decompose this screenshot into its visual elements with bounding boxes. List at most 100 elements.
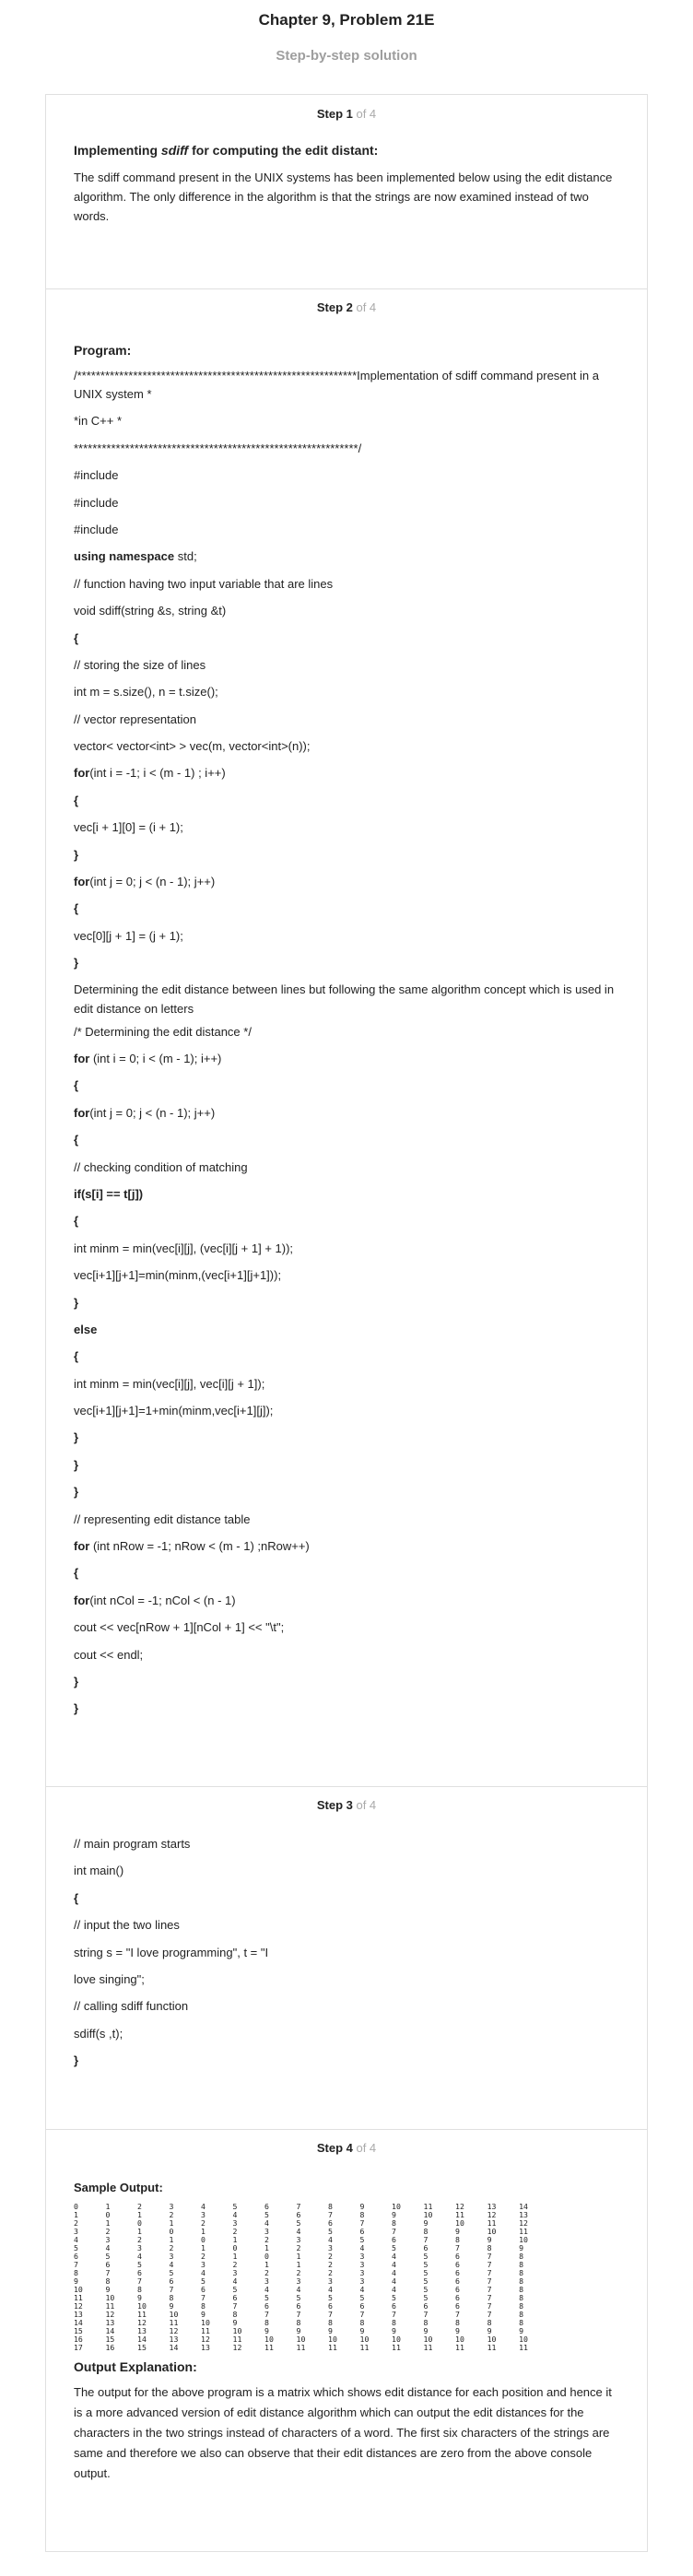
code-line: #include [74,468,119,483]
code-line: // storing the size of lines [74,657,206,672]
code-line: } [74,1457,79,1472]
code-rest: (int nRow = -1; nRow < (m - 1) ;nRow++) [89,1539,310,1554]
code-line: { [74,1078,79,1093]
code-line: #include [74,522,119,536]
code-rest: (int nCol = -1; nCol < (n - 1) [89,1593,236,1607]
code-keyword: using namespace [74,549,175,564]
code-line: } [74,2053,79,2068]
code-line: *in C++ * [74,414,123,429]
code-line: int m = s.size(), n = t.size(); [74,685,218,700]
solution-page: Chapter 9, Problem 21E Step-by-step solu… [0,0,693,2576]
code-line: int minm = min(vec[i][j], vec[i][j + 1])… [74,1376,265,1391]
code-line: // representing edit distance table [74,1511,251,1526]
code-keyword: for [74,875,90,889]
step-2-paragraph: Determining the edit distance between li… [74,982,615,1016]
output-explanation-text: The output for the above program is a ma… [74,2385,612,2480]
code-line: vec[i + 1][0] = (i + 1); [74,820,183,835]
code-line: // vector representation [74,712,196,726]
code-line: for (int i = 0; i < (m - 1); i++) [74,1050,619,1068]
code-line: } [74,1295,79,1310]
code-line: vec[i+1][j+1]=1+min(minm,vec[i+1][j]); [74,1404,274,1418]
step-1-card: Step 1 of 4 Implementing sdiff for compu… [45,94,648,289]
code-line: { [74,1349,79,1364]
code-line: } [74,1485,79,1500]
code-line: for(int i = -1; i < (m - 1) ; i++) [74,764,619,782]
code-line: else [74,1322,98,1336]
code-line: int main() [74,1864,124,1878]
code-keyword: for [74,766,90,781]
step-3-label: Step 3 [316,1798,353,1812]
step-4-label: Step 4 [316,2141,353,2155]
code-rest: (int i = -1; i < (m - 1) ; i++) [89,766,226,781]
code-line: // function having two input variable th… [74,576,334,591]
code-line: // calling sdiff function [74,1999,189,2014]
code-keyword: for [74,1051,90,1065]
step-2-of: of 4 [352,300,377,314]
code-line: // main program starts [74,1837,191,1851]
step-4-card: Step 4 of 4 Sample Output: 0 1 2 3 4 5 6… [45,2130,648,2552]
code-line: } [74,1430,79,1445]
code-line: vec[0][j + 1] = (j + 1); [74,928,183,943]
step-1-label: Step 1 [316,107,353,121]
code-line: string s = "I love programming", t = "I [74,1945,269,1959]
code-line: { [74,1133,79,1147]
code-rest: (int j = 0; j < (n - 1); j++) [89,1105,216,1120]
code-line: vector< vector<int> > vec(m, vector<int>… [74,739,311,754]
code-rest: (int j = 0; j < (n - 1); j++) [89,875,216,889]
code-line: } [74,956,79,970]
step-2-header: Step 2 of 4 [46,289,647,341]
code-line: { [74,1566,79,1581]
step-2-card: Step 2 of 4 Program: /******************… [45,289,648,1787]
code-line: sdiff(s ,t); [74,2026,123,2041]
code-line: if(s[i] == t[j]) [74,1186,144,1201]
code-line: for(int j = 0; j < (n - 1); j++) [74,1104,619,1123]
step-1-title: Implementing sdiff for computing the edi… [74,143,379,158]
sample-output-matrix: 0 1 2 3 4 5 6 7 8 9 10 11 12 13 14 1 0 1… [74,2203,528,2352]
code-rest: std; [174,549,197,564]
code-line: } [74,1674,79,1688]
code-rest: (int i = 0; i < (m - 1); i++) [89,1051,222,1065]
step-4-header: Step 4 of 4 [46,2130,647,2178]
step-3-of: of 4 [352,1798,377,1812]
code-line: } [74,1701,79,1716]
code-line: vec[i+1][j+1]=min(minm,(vec[i+1][j+1])); [74,1268,282,1283]
code-line: cout << endl; [74,1647,144,1662]
code-line: { [74,793,79,807]
output-explanation-title: Output Explanation: [74,2359,197,2374]
code-line: cout << vec[nRow + 1][nCol + 1] << "\t"; [74,1620,285,1635]
main-code: // main program starts int main() { // inpu… [74,1835,619,2070]
code-line: for(int j = 0; j < (n - 1); j++) [74,873,619,891]
code-keyword: for [74,1593,90,1607]
code-line: for(int nCol = -1; nCol < (n - 1) [74,1592,619,1610]
chapter-title: Chapter 9, Problem 21E [258,11,435,29]
code-line: for (int nRow = -1; nRow < (m - 1) ;nRow… [74,1537,619,1556]
code-line: // input the two lines [74,1918,180,1933]
step-1-of: of 4 [352,107,377,121]
step-2-label: Step 2 [316,300,353,314]
code-line: /* Determining the edit distance */ [74,1024,252,1039]
step-4-of: of 4 [352,2141,377,2155]
code-line: { [74,630,79,645]
code-keyword: for [74,1105,90,1120]
code-line: #include [74,495,119,510]
program-title: Program: [74,343,132,358]
code-line: using namespace std; [74,547,619,566]
solution-subtitle: Step-by-step solution [276,48,417,64]
code-line: ****************************************… [74,441,362,455]
program-code-part-2: /* Determining the edit distance */ for (… [74,1023,619,1719]
code-line: int minm = min(vec[i][j], (vec[i][j + 1]… [74,1241,294,1255]
step-1-text: The sdiff command present in the UNIX sy… [74,171,613,223]
code-line: /***************************************… [74,369,599,401]
program-code-part-1: /***************************************… [74,367,619,972]
code-line: // checking condition of matching [74,1159,248,1174]
code-keyword: for [74,1539,90,1554]
code-line: { [74,1890,79,1905]
code-line: } [74,847,79,862]
sample-output-title: Sample Output: [74,2181,163,2194]
step-3-header: Step 3 of 4 [46,1787,647,1835]
code-line: void sdiff(string &s, string &t) [74,604,227,618]
code-line: { [74,1214,79,1229]
code-line: love singing"; [74,1971,145,1986]
step-3-card: Step 3 of 4 // main program starts int ma… [45,1787,648,2130]
code-line: { [74,901,79,916]
